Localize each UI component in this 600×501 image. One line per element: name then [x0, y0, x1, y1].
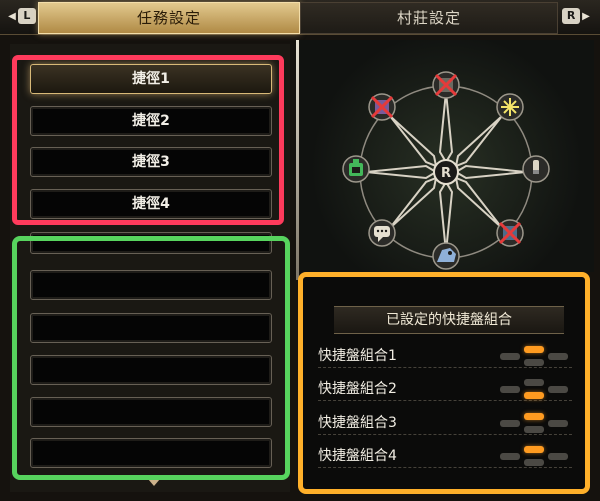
- potion-bottle-icon: [533, 160, 539, 174]
- right-arrow-icon: ▶: [582, 10, 590, 22]
- highlight-box-green: [12, 236, 290, 480]
- radial-menu-preview: R: [300, 40, 594, 272]
- scroll-down-indicator[interactable]: [148, 479, 160, 486]
- wheel-slot-7[interactable]: [342, 155, 370, 183]
- wheel-slot-8[interactable]: [368, 93, 396, 121]
- radial-menu-svg: R: [342, 71, 550, 270]
- wheel-slot-5[interactable]: [432, 242, 460, 270]
- left-arrow-icon: ◀: [8, 10, 16, 22]
- highlight-box-orange: [298, 272, 590, 494]
- wheel-slot-4[interactable]: [496, 219, 524, 247]
- wheel-slot-3[interactable]: [522, 155, 550, 183]
- wheel-slot-2[interactable]: [496, 93, 524, 121]
- tab-village-settings[interactable]: 村莊設定: [300, 2, 558, 34]
- top-tab-bar: ◀ L 任務設定 村莊設定 R ▶: [0, 0, 600, 35]
- tab-quest-settings[interactable]: 任務設定: [38, 2, 300, 34]
- next-tab-button[interactable]: R ▶: [560, 6, 594, 26]
- r-button-label: R: [562, 8, 581, 24]
- wheel-center-label: R: [441, 166, 451, 181]
- crossed-out-item-icon: [434, 73, 458, 97]
- previous-tab-button[interactable]: ◀ L: [4, 6, 38, 26]
- crossed-out-item-icon: [498, 221, 522, 245]
- highlight-box-red: [12, 55, 284, 225]
- wheel-slot-1[interactable]: [432, 71, 460, 99]
- l-button-label: L: [17, 8, 36, 24]
- wheel-slot-6[interactable]: [368, 219, 396, 247]
- panel-divider: [296, 40, 299, 280]
- crossed-out-item-icon: [370, 95, 394, 119]
